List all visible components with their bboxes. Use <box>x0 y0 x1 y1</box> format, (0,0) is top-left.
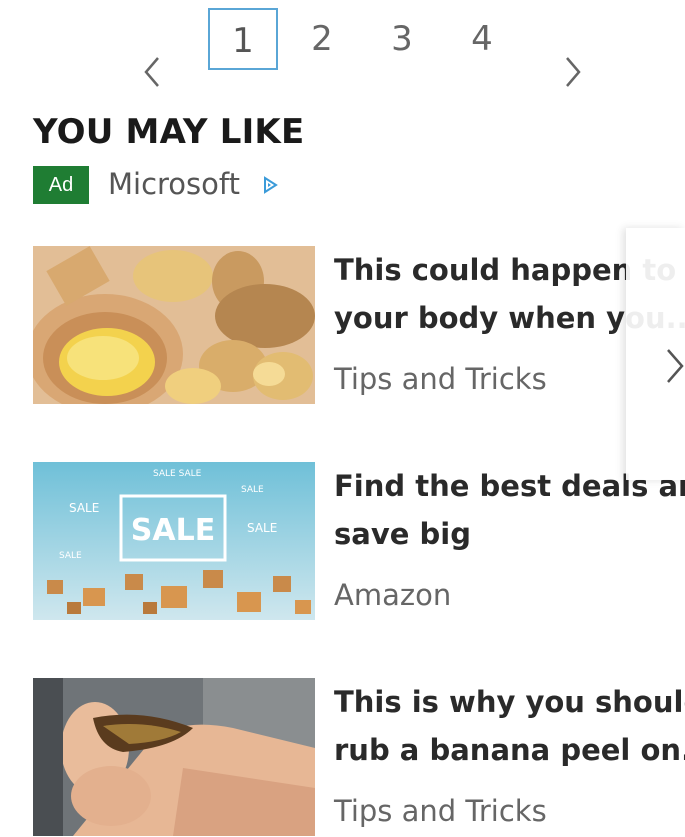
page-button-2[interactable]: 2 <box>298 8 346 70</box>
item-title-line-1[interactable]: This is why you should <box>334 678 685 726</box>
item-title-line-2[interactable]: save big <box>334 510 685 558</box>
svg-text:SALE: SALE <box>59 551 82 561</box>
page-button-3[interactable]: 3 <box>378 8 426 70</box>
item-source: Tips and Tricks <box>334 794 547 828</box>
section-title: YOU MAY LIKE <box>33 112 305 152</box>
page-button-1[interactable]: 1 <box>208 8 278 70</box>
feed-item-2[interactable]: SALE SALE SALE SALE SALE SALE SALE Find … <box>33 462 685 620</box>
adchoices-play-icon[interactable] <box>262 176 278 194</box>
feed-item-1[interactable]: This could happen to your body when you.… <box>33 246 685 404</box>
chevron-right-icon <box>667 349 684 383</box>
item-source: Amazon <box>334 578 452 612</box>
banana-peel-thumbnail[interactable] <box>33 678 315 836</box>
chevron-left-icon[interactable] <box>136 52 172 92</box>
item-title-line-2[interactable]: rub a banana peel on... <box>334 726 685 774</box>
item-title[interactable]: This is why you should rub a banana peel… <box>334 678 685 774</box>
sponsor-name[interactable]: Microsoft <box>108 164 240 204</box>
item-source: Tips and Tricks <box>334 362 547 396</box>
sale-thumbnail[interactable]: SALE SALE SALE SALE SALE SALE SALE <box>33 462 315 620</box>
svg-text:SALE: SALE <box>69 501 99 515</box>
svg-text:SALE: SALE <box>247 521 277 535</box>
svg-text:SALE: SALE <box>131 513 215 548</box>
chevron-right-icon[interactable] <box>555 52 591 92</box>
feed-item-3[interactable]: This is why you should rub a banana peel… <box>33 678 685 836</box>
svg-text:SALE: SALE <box>241 485 264 495</box>
svg-text:SALE SALE: SALE SALE <box>153 469 202 479</box>
carousel-next-button[interactable] <box>626 228 685 480</box>
page-button-4[interactable]: 4 <box>458 8 506 70</box>
ad-badge: Ad <box>33 166 89 204</box>
ginger-thumbnail[interactable] <box>33 246 315 404</box>
